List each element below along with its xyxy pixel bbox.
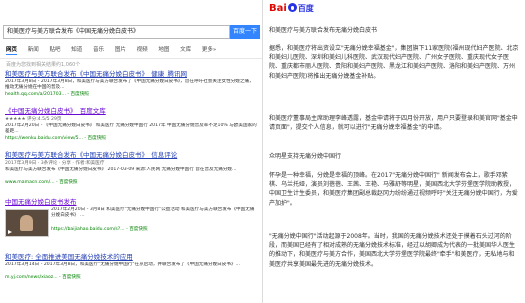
logo-text: Bai xyxy=(269,3,287,14)
result-title-link[interactable]: 和美医疗与美方联合发布《中国无痛分娩白皮书》_信息评论 xyxy=(5,151,257,160)
article-heading: 和美医疗与美方联合发布无痛分娩白皮书 xyxy=(269,27,378,34)
tab-music[interactable]: 音乐 xyxy=(93,47,104,53)
thumbnail-figure xyxy=(20,215,33,231)
tab-tieba[interactable]: 贴吧 xyxy=(50,47,61,53)
result-url[interactable]: https://wenku.baidu.com/view/5... - 百度快照 xyxy=(5,135,257,142)
tab-more[interactable]: 更多» xyxy=(202,47,216,53)
result-title-link[interactable]: 和美医疗与美方联合发布《中国无痛分娩白皮书》_健康_腾讯网 xyxy=(5,70,257,79)
search-result: 中国无痛分娩白皮书发布 2017年2月20日 - 3月8日 和美医疗"无痛分娩中… xyxy=(5,198,257,239)
tab-wenku[interactable]: 文库 xyxy=(180,47,191,53)
article-paragraph: 和美医疗董事局主席助理李峰透露，基金申请将于四月份开放，用户只要登录和美官网"基… xyxy=(269,115,518,132)
result-url[interactable]: www.mamacn.com/... - 百度快照 xyxy=(5,179,257,186)
logo-text-cn: 百度 xyxy=(297,4,314,13)
search-results-panel: 和美医疗与美方联合发布《中国无痛分娩白皮书》 百度一下 网页 新闻 贴吧 知道 … xyxy=(0,0,262,303)
result-title-link[interactable]: 《中国无痛分娩白皮书》_百度文库 xyxy=(5,107,257,116)
result-meta: 2017年3月9日 · 3条评论 · 分享 · 作者:和美医疗 xyxy=(5,161,105,166)
paw-icon xyxy=(287,3,297,12)
result-snippet: 2017年2月20日 - 3月8日 和美医疗"无痛分娩中国行"公益活动 和美医疗… xyxy=(51,207,255,219)
tab-zhidao[interactable]: 知道 xyxy=(71,47,82,53)
result-snippet: 2017年3月8日 - 2017年3月8日，和美医疗与美方联合发布了《中国无痛分… xyxy=(5,79,254,91)
result-url[interactable]: https://baijiahao.baidu.com/s?... - 百度快照 xyxy=(51,226,257,233)
tab-images[interactable]: 图片 xyxy=(115,47,126,53)
tab-map[interactable]: 地图 xyxy=(158,47,169,53)
result-url[interactable]: health.qq.com/a/201703... - 百度快照 xyxy=(5,91,257,98)
article-subheading: 众明星支持无痛分娩中国行 xyxy=(269,153,342,160)
baidu-logo[interactable]: Bai 百度 xyxy=(269,3,314,17)
search-tabs: 网页 新闻 贴吧 知道 音乐 图片 视频 地图 文库 更多» xyxy=(6,45,256,55)
result-url[interactable]: m.yj.com/news/xiaoz... - 百度快照 xyxy=(5,274,257,281)
search-input[interactable]: 和美医疗与美方联合发布《中国无痛分娩白皮书》 xyxy=(3,25,230,39)
tab-divider xyxy=(0,58,262,59)
article-panel: Bai 百度 和美医疗与美方联合发布无痛分娩白皮书 据悉，和美医疗将出资设立"无痛… xyxy=(263,0,525,303)
play-icon xyxy=(8,230,12,234)
search-result: 和美医疗: 全面推进美国无痛分娩技术的应用 2017年3月14日 - 2017年… xyxy=(5,253,257,281)
result-rating: ★★★★★ 评分:4.5/5 29页 xyxy=(5,117,62,122)
result-snippet: 2017年3月14日 - 2017年3月8日，和美医疗"无痛分娩中国行"在京启动… xyxy=(5,262,240,267)
video-thumbnail[interactable] xyxy=(5,209,49,237)
result-snippet: 和美医疗与美方联合发布《中国无痛分娩白皮书》 2017-03-09 来源:人民网… xyxy=(5,167,237,172)
tab-web[interactable]: 网页 xyxy=(6,47,18,55)
result-snippet: 2017年2月20日 - 《中国无痛分娩白皮书》 和美医疗 无痛分娩中国行 20… xyxy=(5,123,257,135)
result-title-link[interactable]: 中国无痛分娩白皮书发布 xyxy=(5,198,257,207)
search-bar: 和美医疗与美方联合发布《中国无痛分娩白皮书》 百度一下 xyxy=(3,25,260,39)
result-count: 百度为您找到相关结果约1,060个 xyxy=(6,62,81,68)
tab-video[interactable]: 视频 xyxy=(137,47,148,53)
article-paragraph: "无痛分娩中国行"活动起源于2008年。当时，我国的无痛分娩技术还处于摸着石头过… xyxy=(269,233,516,268)
article-paragraph: 据悉，和美医疗将出资设立"无痛分娩幸福基金"，集团旗下11家医院(福州现代妇产医… xyxy=(269,45,519,80)
tab-news[interactable]: 新闻 xyxy=(28,47,39,53)
search-button[interactable]: 百度一下 xyxy=(230,25,260,39)
search-result: 《中国无痛分娩白皮书》_百度文库 ★★★★★ 评分:4.5/5 29页 2017… xyxy=(5,107,257,142)
article-paragraph: 怀孕是一种幸福，分娩是幸福的顶峰。在2017"无痛分娩中国行" 新闻发布会上，歌… xyxy=(269,172,518,207)
search-result: 和美医疗与美方联合发布《中国无痛分娩白皮书》_健康_腾讯网 2017年3月8日 … xyxy=(5,70,257,98)
result-title-link[interactable]: 和美医疗: 全面推进美国无痛分娩技术的应用 xyxy=(5,253,257,262)
search-result: 和美医疗与美方联合发布《中国无痛分娩白皮书》_信息评论 2017年3月9日 · … xyxy=(5,151,257,186)
